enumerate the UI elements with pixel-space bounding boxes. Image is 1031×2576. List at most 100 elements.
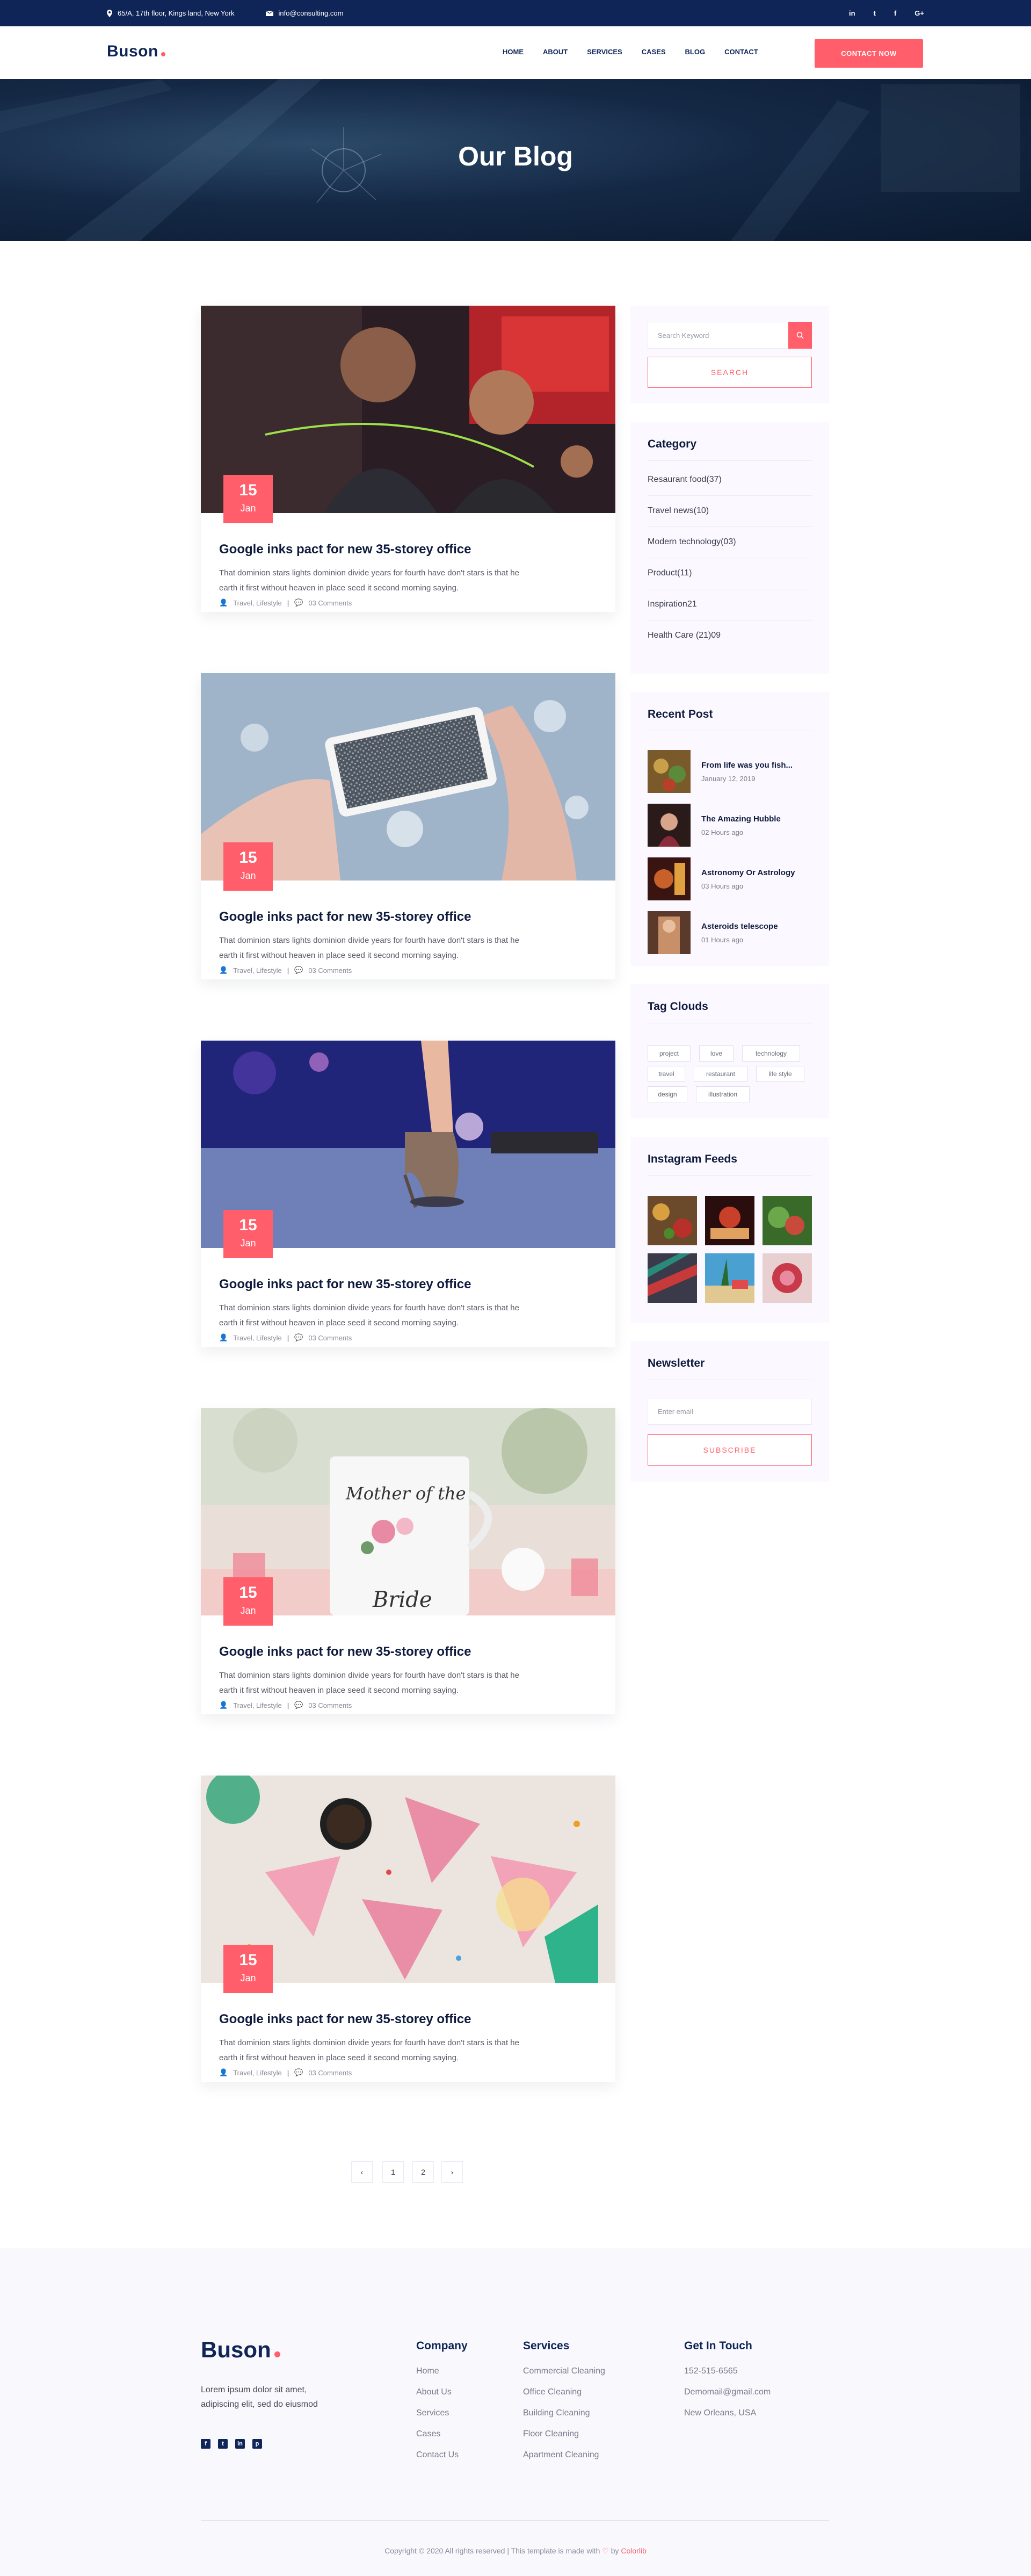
footer-logo[interactable]: Buson xyxy=(201,2337,280,2363)
nav-blog[interactable]: BLOG xyxy=(685,48,706,56)
tag-item[interactable]: illustration xyxy=(696,1086,750,1102)
search-input[interactable]: Search Keyword xyxy=(648,322,788,349)
instagram-photo[interactable] xyxy=(705,1196,754,1245)
post-title[interactable]: Google inks pact for new 35-storey offic… xyxy=(219,2012,471,2027)
tag-item[interactable]: life style xyxy=(756,1066,804,1082)
recent-post-thumbnail[interactable] xyxy=(648,857,691,900)
tag-item[interactable]: travel xyxy=(648,1066,685,1082)
pagination-next[interactable]: › xyxy=(441,2161,463,2183)
pinterest-icon[interactable]: p xyxy=(252,2439,262,2449)
instagram-photo[interactable] xyxy=(648,1253,697,1303)
twitter-icon[interactable]: t xyxy=(218,2439,228,2449)
recent-post-title[interactable]: The Amazing Hubble xyxy=(701,814,781,824)
site-logo[interactable]: Buson xyxy=(107,42,165,61)
footer-link[interactable]: Services xyxy=(416,2408,468,2429)
newsletter-email-input[interactable]: Enter email xyxy=(648,1398,812,1425)
newsletter-widget: Newsletter Enter email SUBSCRIBE xyxy=(630,1341,829,1482)
svg-text:Bride: Bride xyxy=(372,1588,432,1612)
category-item[interactable]: Health Care (21)09 xyxy=(648,620,812,652)
category-item[interactable]: Resaurant food(37) xyxy=(648,465,812,496)
tag-item[interactable]: technology xyxy=(742,1045,800,1062)
recent-post-item[interactable]: The Amazing Hubble 02 Hours ago xyxy=(648,804,812,847)
email-item[interactable]: info@consulting.com xyxy=(265,9,344,17)
instagram-photo[interactable] xyxy=(705,1253,754,1303)
post-category[interactable]: Travel, Lifestyle xyxy=(233,966,282,975)
recent-post-title[interactable]: From life was you fish... xyxy=(701,761,793,770)
contact-now-button[interactable]: CONTACT NOW xyxy=(815,39,923,68)
recent-post-item[interactable]: Astronomy Or Astrology 03 Hours ago xyxy=(648,857,812,900)
post-comments[interactable]: 03 Comments xyxy=(308,599,352,607)
footer-location: New Orleans, USA xyxy=(684,2408,757,2418)
footer-phone[interactable]: 152-515-6565 xyxy=(684,2366,771,2387)
post-category[interactable]: Travel, Lifestyle xyxy=(233,1334,282,1342)
post-category[interactable]: Travel, Lifestyle xyxy=(233,1701,282,1709)
subscribe-button[interactable]: SUBSCRIBE xyxy=(648,1434,812,1466)
category-item[interactable]: Travel news(10) xyxy=(648,496,812,527)
category-item[interactable]: Modern technology(03) xyxy=(648,527,812,558)
colorlib-link[interactable]: Colorlib xyxy=(621,2546,646,2555)
recent-post-thumbnail[interactable] xyxy=(648,911,691,954)
tag-item[interactable]: design xyxy=(648,1086,687,1102)
post-comments[interactable]: 03 Comments xyxy=(308,966,352,975)
google-plus-icon[interactable]: G+ xyxy=(914,9,924,17)
instagram-photo[interactable] xyxy=(763,1196,812,1245)
footer-link[interactable]: About Us xyxy=(416,2387,468,2408)
recent-post-item[interactable]: From life was you fish... January 12, 20… xyxy=(648,750,812,793)
linkedin-icon[interactable]: in xyxy=(849,9,855,17)
post-category[interactable]: Travel, Lifestyle xyxy=(233,2069,282,2077)
blog-post-card[interactable]: 15 Jan Google inks pact for new 35-store… xyxy=(201,306,615,612)
category-item[interactable]: Inspiration21 xyxy=(648,589,812,620)
post-day: 15 xyxy=(239,481,257,499)
recent-post-item[interactable]: Asteroids telescope 01 Hours ago xyxy=(648,911,812,954)
search-icon[interactable] xyxy=(788,322,812,349)
facebook-icon[interactable]: f xyxy=(894,9,896,17)
post-title[interactable]: Google inks pact for new 35-storey offic… xyxy=(219,910,471,925)
post-date-badge: 15 Jan xyxy=(223,842,273,891)
post-comments[interactable]: 03 Comments xyxy=(308,1701,352,1709)
instagram-photo[interactable] xyxy=(763,1253,812,1303)
nav-about[interactable]: ABOUT xyxy=(543,48,568,56)
linkedin-icon[interactable]: in xyxy=(235,2439,245,2449)
post-comments[interactable]: 03 Comments xyxy=(308,2069,352,2077)
footer-link[interactable]: Floor Cleaning xyxy=(523,2429,605,2450)
footer-link[interactable]: Contact Us xyxy=(416,2450,468,2471)
pagination-page[interactable]: 1 xyxy=(382,2161,404,2183)
post-comments[interactable]: 03 Comments xyxy=(308,1334,352,1342)
footer-link[interactable]: Office Cleaning xyxy=(523,2387,605,2408)
footer-link[interactable]: Cases xyxy=(416,2429,468,2450)
post-title[interactable]: Google inks pact for new 35-storey offic… xyxy=(219,542,471,557)
blog-post-card[interactable]: Mother of the Bride 15 Jan Google inks p… xyxy=(201,1408,615,1714)
tag-item[interactable]: love xyxy=(699,1045,734,1062)
pagination-prev[interactable]: ‹ xyxy=(351,2161,373,2183)
nav-cases[interactable]: CASES xyxy=(642,48,666,56)
instagram-photo[interactable] xyxy=(648,1196,697,1245)
recent-post-title[interactable]: Asteroids telescope xyxy=(701,922,778,931)
footer-link[interactable]: Commercial Cleaning xyxy=(523,2366,605,2387)
nav-home[interactable]: HOME xyxy=(503,48,524,56)
footer-link[interactable]: Home xyxy=(416,2366,468,2387)
blog-post-card[interactable]: 15 Jan Google inks pact for new 35-store… xyxy=(201,1041,615,1347)
tag-item[interactable]: restaurant xyxy=(694,1066,747,1082)
footer-link[interactable]: Apartment Cleaning xyxy=(523,2450,605,2471)
recent-post-title[interactable]: Astronomy Or Astrology xyxy=(701,868,795,877)
post-title[interactable]: Google inks pact for new 35-storey offic… xyxy=(219,1277,471,1292)
footer-email[interactable]: Demomail@gmail.com xyxy=(684,2387,771,2408)
facebook-icon[interactable]: f xyxy=(201,2439,210,2449)
pagination-page[interactable]: 2 xyxy=(412,2161,434,2183)
footer-link[interactable]: Building Cleaning xyxy=(523,2408,605,2429)
post-title[interactable]: Google inks pact for new 35-storey offic… xyxy=(219,1644,471,1659)
search-button[interactable]: SEARCH xyxy=(648,357,812,388)
email-text[interactable]: info@consulting.com xyxy=(279,9,344,17)
search-widget: Search Keyword SEARCH xyxy=(630,306,829,403)
twitter-icon[interactable]: t xyxy=(874,9,876,17)
nav-contact[interactable]: CONTACT xyxy=(724,48,758,56)
post-category[interactable]: Travel, Lifestyle xyxy=(233,599,282,607)
nav-services[interactable]: SERVICES xyxy=(587,48,622,56)
blog-post-card[interactable]: 15 Jan Google inks pact for new 35-store… xyxy=(201,673,615,979)
category-item[interactable]: Product(11) xyxy=(648,558,812,589)
tag-item[interactable]: project xyxy=(648,1045,691,1062)
post-excerpt: That dominion stars lights dominion divi… xyxy=(219,568,519,593)
recent-post-thumbnail[interactable] xyxy=(648,750,691,793)
recent-post-thumbnail[interactable] xyxy=(648,804,691,847)
blog-post-card[interactable]: 15 Jan Google inks pact for new 35-store… xyxy=(201,1776,615,2082)
